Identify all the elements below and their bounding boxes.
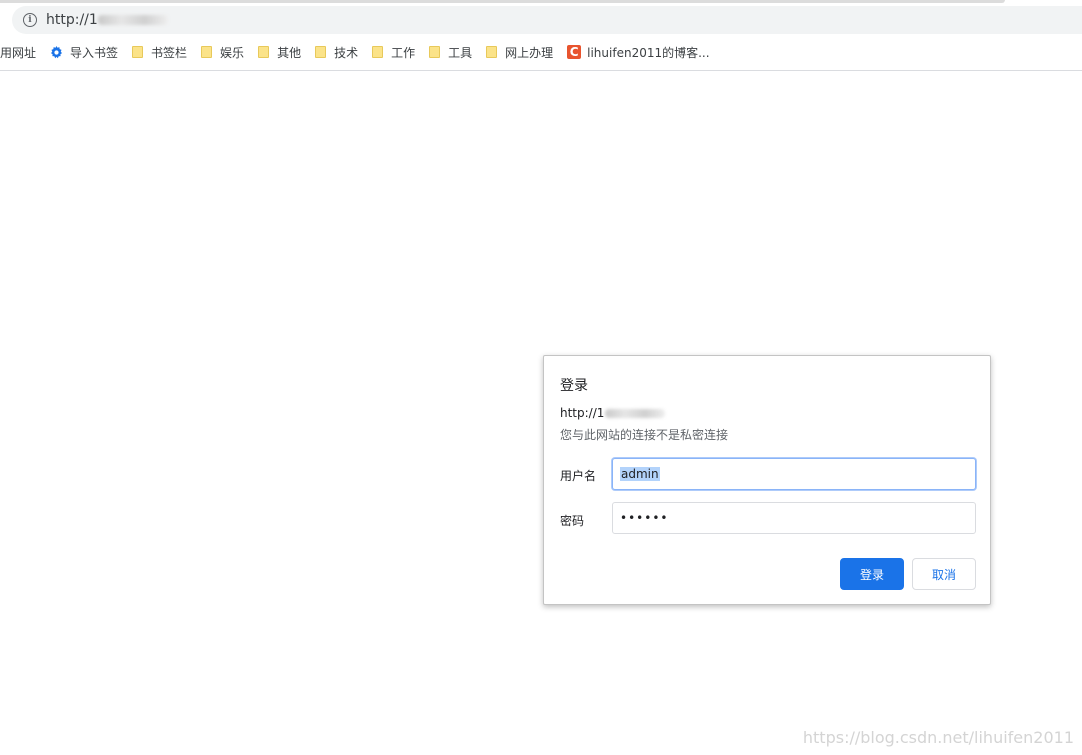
bookmark-import[interactable]: 导入书签	[50, 44, 118, 61]
bookmark-folder-tech[interactable]: 技术	[315, 44, 358, 61]
username-label: 用户名	[560, 469, 597, 483]
folder-icon	[372, 46, 384, 58]
bookmark-label: lihuifen2011的博客...	[587, 45, 710, 60]
folder-icon	[429, 46, 441, 58]
bookmark-folder-tools[interactable]: 工具	[429, 44, 472, 61]
bookmark-folder-bookmarks-bar[interactable]: 书签栏	[132, 44, 187, 61]
url-redaction	[605, 408, 666, 418]
bookmarks-bar: 用网址 导入书签 书签栏 娱乐 其他 技术 工作 工具 网上办理 C lihui…	[0, 39, 724, 65]
bookmark-label: 书签栏	[151, 45, 188, 60]
folder-icon	[201, 46, 213, 58]
password-label: 密码	[560, 514, 585, 528]
bookmark-label: 娱乐	[220, 45, 245, 60]
login-dialog: 登录 http://1 您与此网站的连接不是私密连接 用户名 admin 密码 …	[543, 355, 991, 605]
password-input[interactable]: ••••••	[612, 502, 976, 534]
address-bar[interactable]: i http://1	[12, 6, 1082, 34]
bookmark-label: 其他	[277, 45, 302, 60]
bookmark-label: 用网址	[0, 45, 37, 60]
url-redaction	[97, 15, 168, 25]
folder-icon	[315, 46, 327, 58]
address-url-text: http://1	[46, 12, 98, 28]
bookmark-label: 工作	[391, 45, 416, 60]
csdn-icon: C	[567, 45, 582, 59]
dialog-url: http://1	[560, 406, 666, 420]
folder-icon	[132, 46, 144, 58]
bookmark-label: 网上办理	[505, 45, 554, 60]
dialog-url-text: http://1	[560, 406, 605, 420]
bookmark-folder-work[interactable]: 工作	[372, 44, 415, 61]
dialog-title: 登录	[560, 378, 588, 394]
address-url[interactable]: http://1	[46, 12, 168, 28]
bookmark-folder-online-services[interactable]: 网上办理	[486, 44, 553, 61]
info-icon[interactable]: i	[23, 13, 37, 27]
toolbar-divider	[0, 70, 1082, 71]
folder-icon	[258, 46, 270, 58]
folder-icon	[486, 46, 498, 58]
login-button[interactable]: 登录	[840, 558, 904, 590]
gear-icon	[50, 45, 63, 58]
bookmark-label: 技术	[334, 45, 359, 60]
bookmark-label: 工具	[448, 45, 473, 60]
tab-strip-edge	[0, 0, 1005, 3]
bookmark-web-addresses[interactable]: 用网址	[0, 44, 36, 61]
cancel-button[interactable]: 取消	[912, 558, 976, 590]
bookmark-label: 导入书签	[70, 45, 119, 60]
bookmark-csdn-blog[interactable]: C lihuifen2011的博客...	[567, 44, 710, 61]
watermark: https://blog.csdn.net/lihuifen2011	[802, 728, 1074, 747]
bookmark-folder-other[interactable]: 其他	[258, 44, 301, 61]
password-value: ••••••	[620, 511, 669, 525]
username-input[interactable]: admin	[612, 458, 976, 490]
bookmark-folder-entertainment[interactable]: 娱乐	[201, 44, 244, 61]
connection-warning: 您与此网站的连接不是私密连接	[560, 428, 729, 442]
username-value: admin	[620, 467, 660, 481]
